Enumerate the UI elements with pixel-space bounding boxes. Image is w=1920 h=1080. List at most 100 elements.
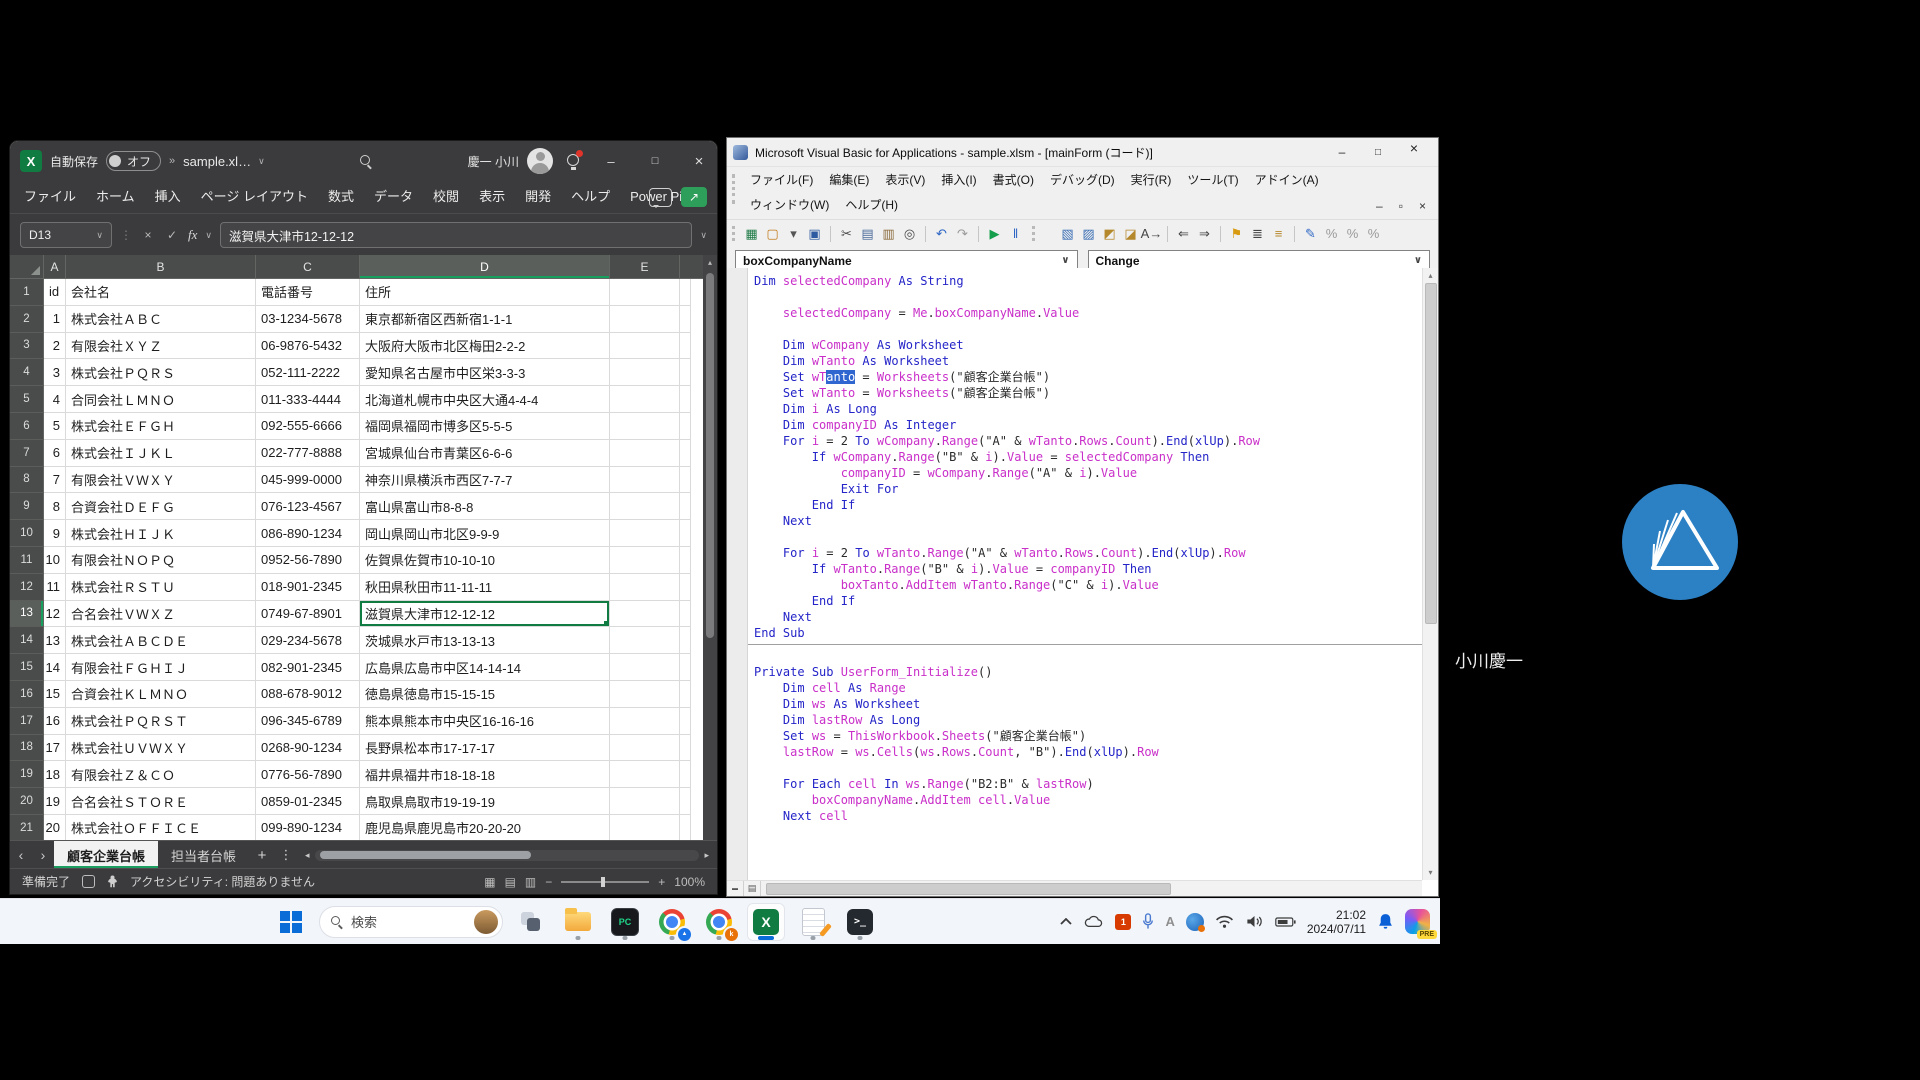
search-box[interactable]: 検索 [319, 906, 503, 938]
break-icon[interactable]: ‖ [1006, 224, 1025, 244]
cell-D9[interactable]: 富山県富山市8-8-8 [360, 493, 610, 520]
vba-menu-3[interactable]: 挿入(I) [933, 167, 984, 192]
quick-access-overflow-icon[interactable] [169, 155, 175, 167]
row-header-1[interactable]: 1 [10, 279, 44, 306]
speaker-icon[interactable] [1245, 914, 1264, 929]
chrome-profile2-button[interactable]: k [700, 903, 738, 941]
cell-A19[interactable]: 18 [44, 761, 66, 788]
cell-E2[interactable] [610, 306, 680, 333]
cell-D14[interactable]: 茨城県水戸市13-13-13 [360, 627, 610, 654]
select-all-corner[interactable] [10, 255, 44, 279]
tray-app-icon[interactable] [1186, 913, 1204, 931]
insert-userform-icon[interactable]: ▢ [763, 224, 782, 244]
toolbox-icon[interactable]: ◩ [1100, 224, 1119, 244]
cell-E20[interactable] [610, 788, 680, 815]
vertical-scrollbar[interactable] [703, 255, 717, 841]
wifi-icon[interactable] [1215, 914, 1234, 929]
cell-E9[interactable] [610, 493, 680, 520]
properties-window-icon[interactable]: ▨ [1079, 224, 1098, 244]
vba-menu-8[interactable]: アドイン(A) [1247, 167, 1327, 192]
cell-A9[interactable]: 8 [44, 493, 66, 520]
cell-C6[interactable]: 092-555-6666 [256, 413, 360, 440]
cell-D2[interactable]: 東京都新宿区西新宿1-1-1 [360, 306, 610, 333]
cell-B18[interactable]: 株式会社ＵＶＷＸＹ [66, 735, 256, 762]
lightbulb-icon[interactable] [565, 152, 581, 170]
toolbar-grip[interactable] [732, 226, 735, 241]
row-header-14[interactable]: 14 [10, 627, 44, 654]
outdent-icon[interactable]: ⇐ [1174, 224, 1193, 244]
start-button[interactable] [272, 903, 310, 941]
cell-E8[interactable] [610, 467, 680, 494]
cell-B20[interactable]: 合名会社ＳＴＯＲＥ [66, 788, 256, 815]
scroll-up-icon[interactable] [708, 258, 712, 267]
cell-A10[interactable]: 9 [44, 520, 66, 547]
vertical-scroll-thumb[interactable] [706, 273, 714, 638]
user-avatar[interactable] [527, 148, 553, 174]
cell-B21[interactable]: 株式会社ＯＦＦＩＣＥ [66, 815, 256, 841]
cell-B5[interactable]: 合同会社ＬＭＮＯ [66, 386, 256, 413]
cell-D3[interactable]: 大阪府大阪市北区梅田2-2-2 [360, 333, 610, 360]
notification-bell-icon[interactable] [1377, 913, 1394, 930]
excel-taskbar-button[interactable] [747, 903, 785, 941]
uncomment-block-icon[interactable]: % [1343, 224, 1362, 244]
cell-A21[interactable]: 20 [44, 815, 66, 841]
cell-C20[interactable]: 0859-01-2345 [256, 788, 360, 815]
object-browser-icon[interactable]: ◪ [1121, 224, 1140, 244]
file-explorer-button[interactable] [559, 903, 597, 941]
ribbon-tab-5[interactable]: データ [364, 181, 423, 213]
zoom-level[interactable]: 100% [674, 875, 705, 889]
ribbon-tab-2[interactable]: 挿入 [145, 181, 191, 213]
zoom-out-icon[interactable] [545, 875, 552, 889]
row-header-18[interactable]: 18 [10, 735, 44, 762]
new-sheet-button[interactable] [249, 847, 275, 864]
ribbon-tab-9[interactable]: ヘルプ [561, 181, 620, 213]
name-box[interactable]: D13 [20, 222, 112, 248]
cell-A3[interactable]: 2 [44, 333, 66, 360]
row-header-15[interactable]: 15 [10, 654, 44, 681]
copilot-icon[interactable]: PRE [1405, 909, 1430, 934]
maximize-button[interactable] [1360, 140, 1396, 164]
row-header-21[interactable]: 21 [10, 815, 44, 841]
row-header-16[interactable]: 16 [10, 681, 44, 708]
confirm-entry-icon[interactable] [164, 228, 180, 242]
cell-E21[interactable] [610, 815, 680, 841]
cell-A14[interactable]: 13 [44, 627, 66, 654]
cell-A8[interactable]: 7 [44, 467, 66, 494]
cell-C5[interactable]: 011-333-4444 [256, 386, 360, 413]
ime-mode-indicator[interactable]: A [1165, 914, 1174, 929]
scroll-down-icon[interactable] [1428, 868, 1432, 877]
cell-C10[interactable]: 086-890-1234 [256, 520, 360, 547]
notepad-button[interactable] [794, 903, 832, 941]
page-layout-view-icon[interactable] [505, 875, 516, 889]
row-header-17[interactable]: 17 [10, 708, 44, 735]
vba-menu-10[interactable]: ヘルプ(H) [837, 192, 906, 217]
cell-A18[interactable]: 17 [44, 735, 66, 762]
battery-icon[interactable] [1275, 916, 1296, 928]
autosave-toggle[interactable]: オフ [106, 151, 161, 171]
cell-C15[interactable]: 082-901-2345 [256, 654, 360, 681]
scroll-up-icon[interactable] [1428, 271, 1432, 280]
cell-E3[interactable] [610, 333, 680, 360]
pycharm-button[interactable] [606, 903, 644, 941]
cell-B12[interactable]: 株式会社ＲＳＴＵ [66, 574, 256, 601]
cell-D11[interactable]: 佐賀県佐賀市10-10-10 [360, 547, 610, 574]
formula-bar-expand-icon[interactable] [700, 230, 707, 241]
horizontal-scrollbar[interactable] [297, 841, 717, 869]
cell-B6[interactable]: 株式会社ＥＦＧＨ [66, 413, 256, 440]
terminal-button[interactable] [841, 903, 879, 941]
run-icon[interactable]: ▶ [985, 224, 1004, 244]
cell-C13[interactable]: 0749-67-8901 [256, 601, 360, 628]
filename-menu[interactable]: sample.xl… [183, 154, 265, 169]
search-highlight-image[interactable] [474, 910, 498, 934]
cell-C14[interactable]: 029-234-5678 [256, 627, 360, 654]
cell-D4[interactable]: 愛知県名古屋市中区栄3-3-3 [360, 359, 610, 386]
cell-E6[interactable] [610, 413, 680, 440]
column-header-D[interactable]: D [360, 255, 610, 279]
cell-C11[interactable]: 0952-56-7890 [256, 547, 360, 574]
cell-D5[interactable]: 北海道札幌市中央区大通4-4-4 [360, 386, 610, 413]
row-header-19[interactable]: 19 [10, 761, 44, 788]
cell-E13[interactable] [610, 601, 680, 628]
cell-C21[interactable]: 099-890-1234 [256, 815, 360, 841]
procedure-view-icon[interactable] [727, 881, 744, 896]
full-module-view-icon[interactable] [744, 881, 761, 896]
